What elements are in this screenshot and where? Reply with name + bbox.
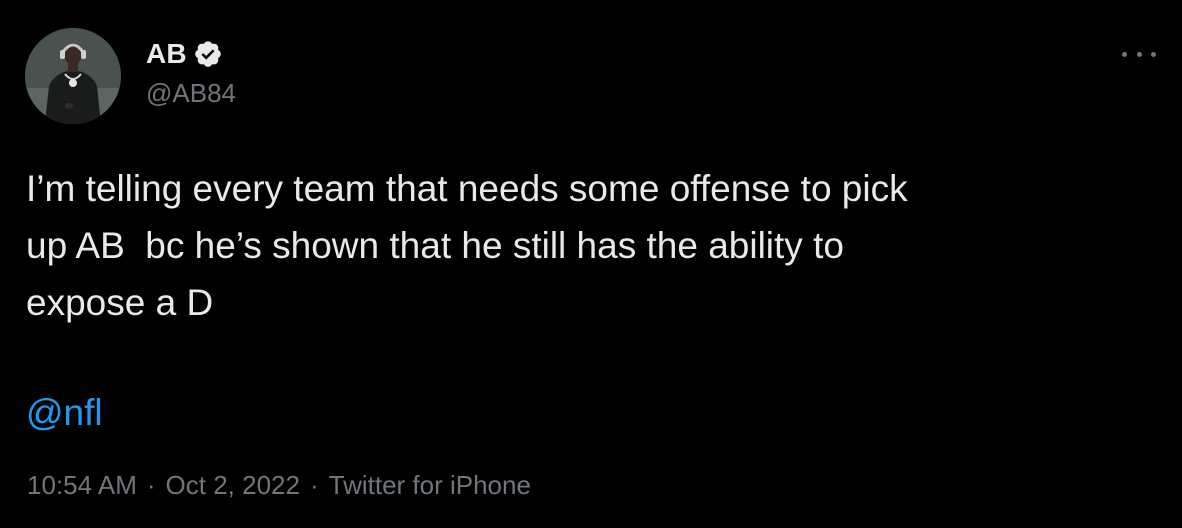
avatar[interactable] — [25, 28, 121, 124]
tweet-card: AB @AB84 I’m telling every team that nee… — [0, 0, 1182, 528]
user-handle[interactable]: @AB84 — [146, 78, 236, 109]
more-options-icon[interactable] — [1122, 42, 1156, 66]
display-name[interactable]: AB — [146, 38, 187, 70]
tweet-time-link[interactable]: 10:54 AM — [27, 470, 137, 501]
more-dot — [1122, 51, 1127, 57]
more-dot — [1136, 51, 1142, 57]
mention-link[interactable]: @nfl — [26, 384, 103, 441]
tweet-meta: 10:54 AM · Oct 2, 2022 · Twitter for iPh… — [27, 470, 531, 501]
profile-photo-icon — [25, 28, 121, 124]
meta-separator: · — [146, 470, 156, 500]
more-dot — [1151, 51, 1156, 57]
verified-badge-icon — [193, 39, 223, 69]
tweet-date-link[interactable]: Oct 2, 2022 — [166, 470, 300, 501]
author-block: AB @AB84 — [146, 36, 236, 109]
name-row: AB — [146, 36, 236, 72]
meta-separator: · — [309, 470, 319, 500]
tweet-source-link[interactable]: Twitter for iPhone — [329, 470, 531, 501]
tweet-text: I’m telling every team that needs some o… — [26, 168, 908, 323]
